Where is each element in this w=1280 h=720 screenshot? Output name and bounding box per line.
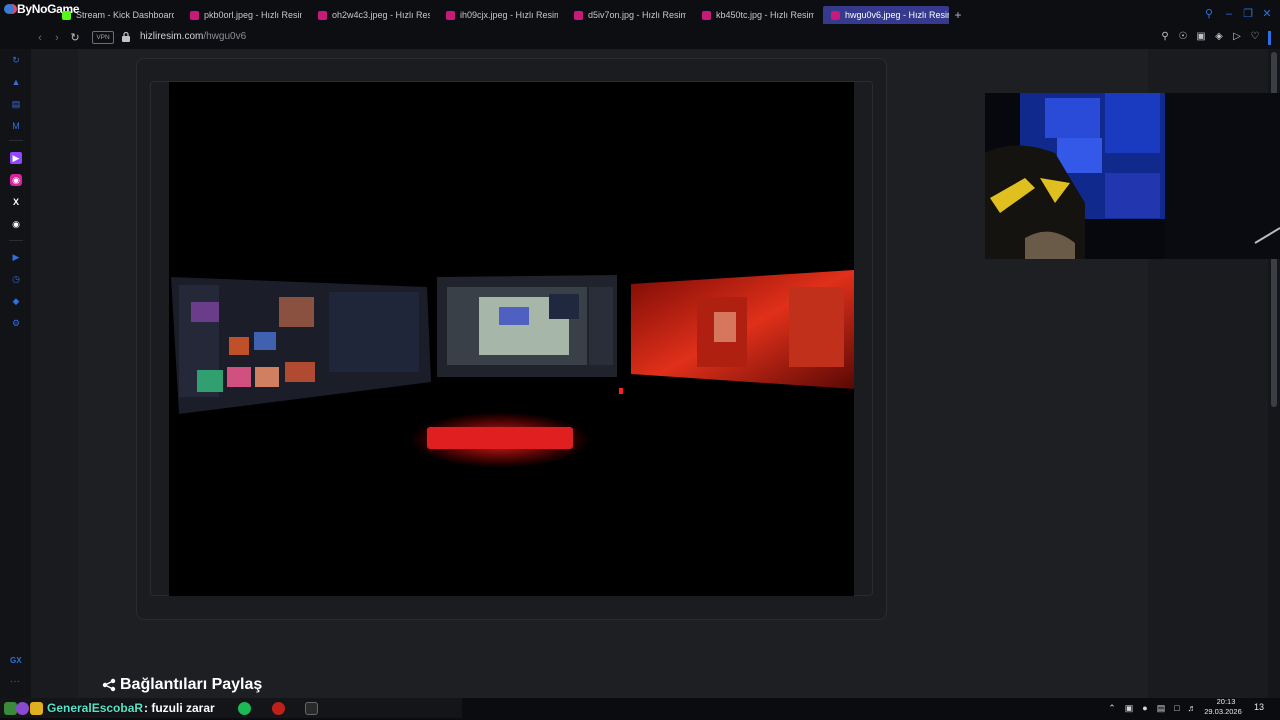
chat-username: GeneralEscobaR — [47, 701, 144, 715]
tab-kb450tc[interactable]: kb450tc.jpg - Hızlı Resim — [702, 6, 814, 24]
opera-gx-icon[interactable] — [272, 702, 285, 715]
pin-icon[interactable]: ☉ — [1177, 31, 1189, 43]
hizliresim-icon — [318, 10, 327, 20]
tab-label: kb450tc.jpg - Hızlı Resim — [716, 10, 814, 20]
tab-d5iv7on[interactable]: d5iv7on.jpg - Hızlı Resim — [574, 6, 686, 24]
forward-button[interactable]: › — [50, 31, 64, 45]
tab-ih09cjx[interactable]: ih09cjx.jpeg - Hızlı Resim — [446, 6, 558, 24]
sidebar-toggle-icon[interactable] — [1268, 31, 1271, 45]
hizliresim-icon — [831, 10, 840, 20]
more-icon[interactable]: ··· — [10, 676, 20, 687]
tab-label: Stream - Kick Dashboard — [76, 10, 174, 20]
clock-time[interactable]: 20:13 — [1209, 697, 1243, 706]
x-twitter-icon[interactable]: X — [10, 196, 22, 208]
tab-label: oh2w4c3.jpeg - Hızlı Resim — [332, 10, 430, 20]
hizliresim-icon — [190, 10, 199, 20]
notifications-icon[interactable]: 13 — [1252, 700, 1266, 714]
share-icon — [102, 678, 116, 692]
hizliresim-icon — [574, 10, 583, 20]
clock-date[interactable]: 29.03.2026 — [1203, 707, 1243, 716]
heart-icon[interactable]: ♡ — [1249, 31, 1261, 43]
url-host: hizliresim.com — [140, 31, 204, 42]
zoom-icon[interactable]: ⚲ — [1159, 31, 1171, 43]
app-icon[interactable] — [30, 702, 43, 715]
extensions-icon[interactable]: ◆ — [10, 295, 22, 307]
tab-oh2w4c3[interactable]: oh2w4c3.jpeg - Hızlı Resim — [318, 6, 430, 24]
tab-pkb0orl[interactable]: pkb0orl.jpeg - Hızlı Resim — [190, 6, 302, 24]
chat-message: : fuzuli zarar — [144, 701, 215, 715]
shield-icon[interactable]: ◈ — [1213, 31, 1225, 43]
tab-label: hwgu0v6.jpeg - Hızlı Resim — [845, 10, 949, 20]
webcam-feed — [985, 93, 1280, 259]
url-path: /hwgu0v6 — [203, 31, 247, 42]
minimize-button[interactable]: – — [1223, 8, 1235, 20]
news-icon[interactable]: M — [10, 120, 22, 132]
back-button[interactable]: ‹ — [33, 31, 47, 45]
vpn-badge[interactable]: VPN — [92, 31, 114, 44]
speed-dial-icon[interactable]: ↻ — [10, 54, 22, 66]
bynogame-logo-icon — [4, 4, 14, 14]
tab-label: d5iv7on.jpg - Hızlı Resim — [588, 10, 686, 20]
sidebar-divider — [9, 240, 23, 241]
tab-label: ih09cjx.jpeg - Hızlı Resim — [460, 10, 558, 20]
tab-hwgu0v6[interactable]: hwgu0v6.jpeg - Hızlı Resim — [823, 6, 949, 24]
maximize-button[interactable]: ❐ — [1242, 8, 1254, 20]
app-icon[interactable] — [16, 702, 29, 715]
tab-kick-dashboard[interactable]: Stream - Kick Dashboard — [62, 6, 174, 24]
notification-count: 13 — [1253, 702, 1264, 712]
lock-icon — [122, 31, 130, 42]
new-tab-button[interactable]: + — [952, 9, 964, 21]
player-icon[interactable]: ▶ — [10, 251, 22, 263]
gx-corner-icon[interactable]: ▲ — [10, 76, 22, 88]
url-field[interactable]: hizliresim.com/hwgu0v6 — [140, 31, 246, 43]
snapshot-icon[interactable]: ▣ — [1195, 31, 1207, 43]
webcam-overlay — [985, 93, 1280, 259]
microphone-icon[interactable]: ● — [1140, 702, 1150, 714]
tray-app-icon[interactable]: ▣ — [1124, 702, 1134, 714]
volume-icon[interactable]: ♬ — [1187, 702, 1197, 714]
control-icon[interactable]: ▤ — [10, 98, 22, 110]
hizliresim-icon — [702, 10, 711, 20]
share-heading-text: Bağlantıları Paylaş — [120, 676, 263, 693]
close-window-button[interactable]: ✕ — [1261, 8, 1273, 20]
tray-app-icon[interactable]: ▤ — [1156, 702, 1166, 714]
network-icon[interactable]: □ — [1172, 702, 1182, 714]
chevron-up-icon[interactable]: ⌃ — [1107, 702, 1117, 714]
uploaded-image[interactable] — [169, 82, 854, 596]
search-tabs-icon[interactable]: ⚲ — [1203, 8, 1215, 20]
spotify-icon[interactable] — [238, 702, 251, 715]
tab-label: pkb0orl.jpeg - Hızlı Resim — [204, 10, 302, 20]
instagram-icon[interactable]: ◉ — [10, 174, 22, 186]
history-icon[interactable]: ◷ — [10, 273, 22, 285]
twitch-icon[interactable]: ▶ — [10, 152, 22, 164]
play-icon[interactable]: ▷ — [1231, 31, 1243, 43]
setup-photo-graphic — [169, 82, 854, 596]
share-links-heading: Bağlantıları Paylaş — [102, 676, 262, 694]
settings-icon[interactable]: ⚙ — [10, 317, 22, 329]
hizliresim-icon — [446, 10, 455, 20]
reload-button[interactable]: ↻ — [68, 31, 82, 45]
epic-games-icon[interactable] — [305, 702, 318, 715]
browser-sidebar — [0, 49, 31, 698]
discord-icon[interactable]: ◉ — [10, 218, 22, 230]
gx-label[interactable]: GX — [10, 656, 22, 665]
sidebar-divider — [9, 140, 23, 141]
kick-icon — [62, 10, 71, 20]
